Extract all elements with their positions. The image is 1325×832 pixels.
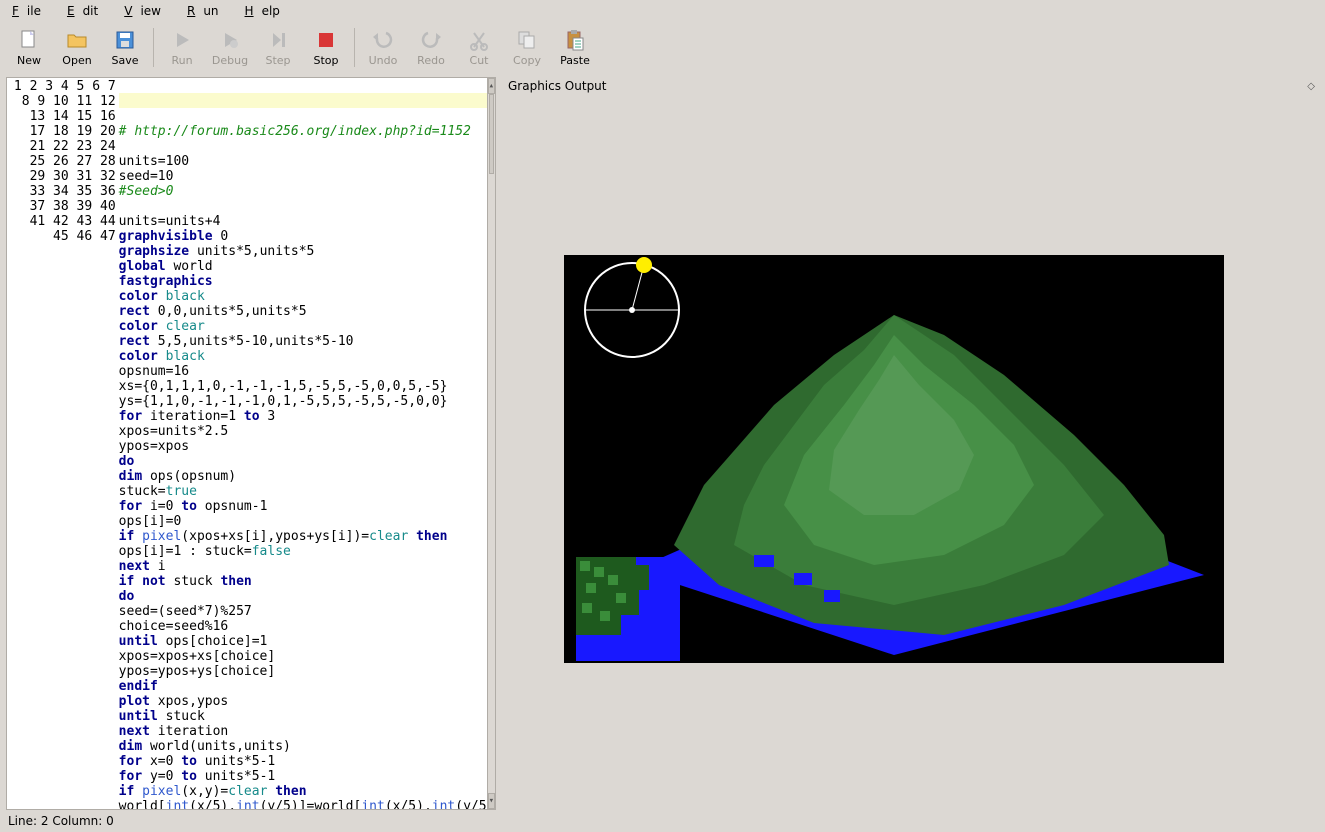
- status-bar: Line: 2 Column: 0: [0, 810, 1325, 832]
- debug-button: Debug: [207, 26, 253, 69]
- stop-button[interactable]: Stop: [303, 26, 349, 69]
- cut-icon: [467, 28, 491, 52]
- scrollbar-thumb[interactable]: [489, 94, 494, 174]
- menu-run[interactable]: Run: [179, 2, 235, 20]
- graphics-panel: Graphics Output ◇: [504, 77, 1319, 810]
- undo-button: Undo: [360, 26, 406, 69]
- toolbar: New Open Save Run Debug Step Stop: [0, 22, 1325, 73]
- new-button[interactable]: New: [6, 26, 52, 69]
- detach-icon[interactable]: ◇: [1307, 81, 1315, 92]
- copy-icon: [515, 28, 539, 52]
- separator: [354, 28, 355, 67]
- scroll-down-button[interactable]: ▾: [488, 793, 495, 809]
- save-button[interactable]: Save: [102, 26, 148, 69]
- paste-icon: [563, 28, 587, 52]
- run-icon: [170, 28, 194, 52]
- separator: [153, 28, 154, 67]
- redo-icon: [419, 28, 443, 52]
- graphics-title: Graphics Output: [508, 79, 607, 93]
- undo-icon: [371, 28, 395, 52]
- cursor-position: Line: 2 Column: 0: [8, 814, 114, 828]
- copy-button: Copy: [504, 26, 550, 69]
- paste-button[interactable]: Paste: [552, 26, 598, 69]
- menu-bar: File Edit View Run Help: [0, 0, 1325, 22]
- vertical-scrollbar[interactable]: ▴ ▾: [487, 78, 495, 809]
- graphics-area: [504, 95, 1319, 810]
- graphics-canvas: [564, 255, 1224, 663]
- menu-help[interactable]: Help: [237, 2, 296, 20]
- cut-button: Cut: [456, 26, 502, 69]
- stop-icon: [314, 28, 338, 52]
- code-editor[interactable]: 1 2 3 4 5 6 7 8 9 10 11 12 13 14 15 16 1…: [6, 77, 496, 810]
- menu-file[interactable]: File: [4, 2, 57, 20]
- save-icon: [113, 28, 137, 52]
- line-gutter: 1 2 3 4 5 6 7 8 9 10 11 12 13 14 15 16 1…: [7, 78, 119, 809]
- debug-icon: [218, 28, 242, 52]
- step-button: Step: [255, 26, 301, 69]
- scroll-up-button[interactable]: ▴: [488, 78, 495, 94]
- run-button: Run: [159, 26, 205, 69]
- menu-view[interactable]: View: [116, 2, 177, 20]
- menu-edit[interactable]: Edit: [59, 2, 114, 20]
- step-icon: [266, 28, 290, 52]
- active-line-highlight: [119, 93, 487, 108]
- redo-button: Redo: [408, 26, 454, 69]
- open-button[interactable]: Open: [54, 26, 100, 69]
- main-area: 1 2 3 4 5 6 7 8 9 10 11 12 13 14 15 16 1…: [0, 73, 1325, 810]
- new-icon: [17, 28, 41, 52]
- code-area[interactable]: # http://forum.basic256.org/index.php?id…: [119, 78, 487, 809]
- open-icon: [65, 28, 89, 52]
